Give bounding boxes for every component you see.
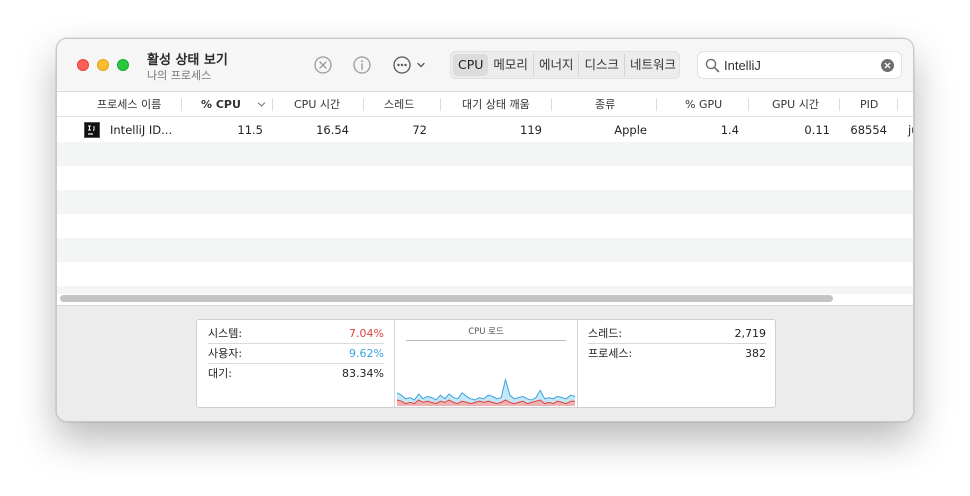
empty-row: [57, 238, 913, 262]
column-divider[interactable]: [897, 98, 898, 111]
intellij-app-icon: [84, 122, 100, 138]
column-divider[interactable]: [839, 98, 840, 111]
horizontal-scrollbar[interactable]: [60, 295, 833, 302]
tab-disk[interactable]: 디스크: [579, 54, 625, 76]
cpu-load-chart: CPU 로드: [394, 320, 578, 407]
empty-row: [57, 214, 913, 238]
search-input[interactable]: [724, 55, 874, 75]
inspect-process-button[interactable]: [352, 55, 372, 75]
stat-system: 시스템: 7.04%: [208, 324, 384, 344]
stat-threads-label: 스레드:: [588, 327, 623, 340]
user-load-line: [396, 377, 576, 401]
activity-monitor-window: 활성 상태 보기 나의 프로세스 CPU 메모리 에너지 디스크 네트워크 In…: [56, 38, 914, 422]
clear-icon: [884, 62, 891, 69]
window-title: 활성 상태 보기: [147, 53, 228, 68]
column-header-process-name[interactable]: 프로세스 이름: [97, 92, 161, 117]
cell-gpu-percent: 1.4: [720, 123, 739, 137]
column-header-threads[interactable]: 스레드: [384, 92, 414, 117]
empty-row: [57, 166, 913, 190]
cell-cpu-percent: 11.5: [237, 123, 263, 137]
cell-kind: Apple: [614, 123, 647, 137]
summary-footer: 시스템: 7.04% 사용자: 9.62% 대기: 83.34% CPU 로드: [57, 305, 913, 421]
column-header-gpu-time[interactable]: GPU 시간: [772, 92, 819, 117]
column-header-kind[interactable]: 종류: [595, 92, 615, 117]
tab-network[interactable]: 네트워크: [625, 54, 681, 76]
more-actions-menu-button[interactable]: [392, 55, 428, 75]
search-field: [697, 51, 902, 79]
table-row[interactable]: IntelliJ ID... 11.5 16.54 72 119 Apple 1…: [57, 118, 913, 142]
tab-energy[interactable]: 에너지: [534, 54, 580, 76]
cpu-load-chart-title: CPU 로드: [468, 327, 504, 337]
info-icon: [353, 56, 371, 74]
process-list: IntelliJ ID... 11.5 16.54 72 119 Apple 1…: [57, 118, 913, 294]
column-divider[interactable]: [363, 98, 364, 111]
stat-user-value: 9.62%: [349, 347, 384, 360]
column-divider[interactable]: [181, 98, 182, 111]
column-divider[interactable]: [440, 98, 441, 111]
empty-row: [57, 286, 913, 294]
stat-idle-value: 83.34%: [342, 367, 384, 380]
cell-cpu-time: 16.54: [316, 123, 349, 137]
stop-process-icon: [314, 56, 332, 74]
tab-memory[interactable]: 메모리: [488, 54, 534, 76]
chart-divider: [406, 340, 566, 341]
stat-user-label: 사용자:: [208, 347, 243, 360]
column-divider[interactable]: [551, 98, 552, 111]
cell-pid: 68554: [850, 123, 887, 137]
cpu-summary-panel: 시스템: 7.04% 사용자: 9.62% 대기: 83.34% CPU 로드: [196, 319, 776, 408]
column-header-cpu-percent[interactable]: % CPU: [201, 92, 241, 117]
stat-threads-value: 2,719: [734, 327, 767, 340]
cell-threads: 72: [412, 123, 427, 137]
stat-idle-label: 대기:: [208, 367, 232, 380]
category-tabs: CPU 메모리 에너지 디스크 네트워크: [450, 51, 680, 79]
column-divider[interactable]: [656, 98, 657, 111]
tab-cpu[interactable]: CPU: [453, 54, 489, 76]
cell-idle-wakeups: 119: [520, 123, 542, 137]
stat-processes-value: 382: [745, 347, 766, 360]
sort-descending-icon[interactable]: [257, 100, 266, 109]
zoom-window-button[interactable]: [117, 59, 129, 71]
cell-process-name: IntelliJ ID...: [110, 123, 173, 137]
toolbar: 활성 상태 보기 나의 프로세스 CPU 메모리 에너지 디스크 네트워크 In…: [57, 39, 913, 92]
column-header-cpu-time[interactable]: CPU 시간: [294, 92, 340, 117]
stat-idle: 대기: 83.34%: [208, 364, 384, 384]
cell-gpu-time: 0.11: [804, 123, 830, 137]
close-window-button[interactable]: [77, 59, 89, 71]
table-header: 프로세스 이름 % CPU CPU 시간 스레드 대기 상태 깨움 종류 % G…: [57, 92, 913, 117]
ellipsis-menu-icon: [393, 56, 411, 74]
column-divider[interactable]: [748, 98, 749, 111]
cpu-usage-stats: 시스템: 7.04% 사용자: 9.62% 대기: 83.34%: [197, 320, 394, 407]
column-divider[interactable]: [272, 98, 273, 111]
minimize-window-button[interactable]: [97, 59, 109, 71]
cpu-load-graph: [396, 377, 576, 406]
column-header-idle-wakeups[interactable]: 대기 상태 깨움: [462, 92, 530, 117]
empty-row: [57, 142, 913, 166]
cell-user: ju: [908, 123, 913, 137]
process-count-stats: 스레드: 2,719 프로세스: 382: [578, 320, 776, 407]
stat-system-label: 시스템:: [208, 327, 243, 340]
stat-processes: 프로세스: 382: [588, 344, 766, 364]
stop-process-button[interactable]: [313, 55, 333, 75]
stat-threads: 스레드: 2,719: [588, 324, 766, 344]
window-subtitle[interactable]: 나의 프로세스: [147, 67, 211, 83]
stat-processes-label: 프로세스:: [588, 347, 633, 360]
chevron-down-icon: [417, 62, 425, 68]
stat-user: 사용자: 9.62%: [208, 344, 384, 364]
clear-search-button[interactable]: [881, 59, 894, 72]
empty-row: [57, 190, 913, 214]
column-header-pid[interactable]: PID: [860, 92, 878, 117]
search-icon: [705, 58, 720, 73]
empty-row: [57, 262, 913, 286]
stat-system-value: 7.04%: [349, 327, 384, 340]
column-header-gpu-percent[interactable]: % GPU: [685, 92, 722, 117]
